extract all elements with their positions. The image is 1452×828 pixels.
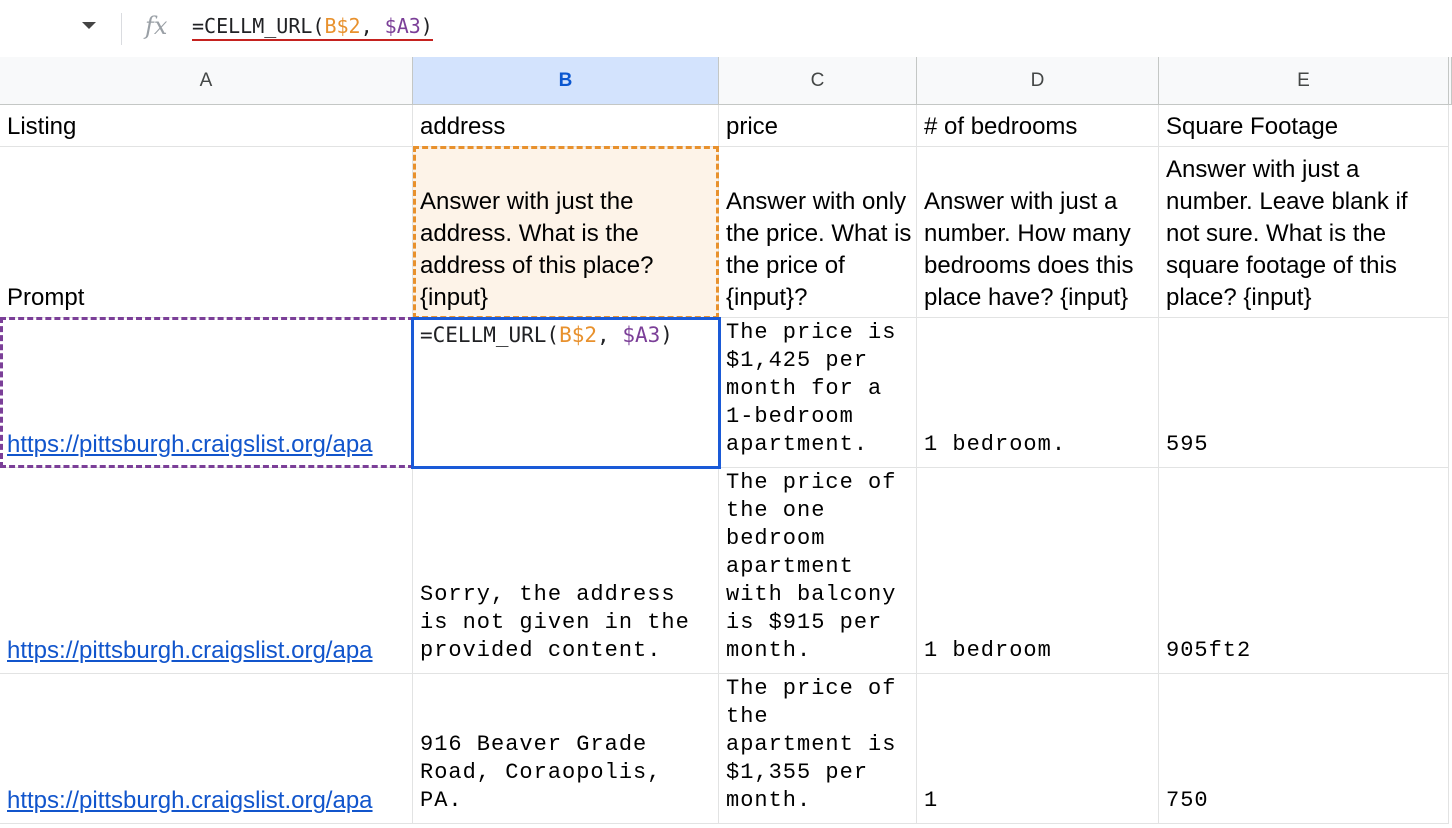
cell-formula: =CELLM_URL(B$2, $A3) xyxy=(420,320,673,350)
cell-text: 1 bedroom xyxy=(924,638,1052,663)
cell-text: 595 xyxy=(1166,432,1209,457)
cell-b5[interactable]: 916 Beaver Grade Road, Coraopolis, PA. xyxy=(413,674,719,824)
formula-ref-b: B$2 xyxy=(559,323,598,347)
column-header-e[interactable]: E xyxy=(1159,57,1449,105)
cell-text: 905ft2 xyxy=(1166,638,1252,663)
cell-text: Prompt xyxy=(7,284,85,311)
cell-d4[interactable]: 1 bedroom xyxy=(917,468,1159,674)
cell-d2[interactable]: Answer with just a number. How many bedr… xyxy=(917,147,1159,318)
listing-link[interactable]: https://pittsburgh.craigslist.org/apa xyxy=(7,635,373,667)
cell-c2[interactable]: Answer with only the price. What is the … xyxy=(719,147,917,318)
cell-e4[interactable]: 905ft2 xyxy=(1159,468,1449,674)
formula-sep: , xyxy=(597,323,623,347)
column-header-c[interactable]: C xyxy=(719,57,917,105)
cell-a4[interactable]: https://pittsburgh.craigslist.org/apa xyxy=(0,468,413,674)
cell-text: price xyxy=(726,113,779,140)
cell-e5[interactable]: 750 xyxy=(1159,674,1449,824)
cell-text: 1 xyxy=(924,788,939,813)
formula-ref-a: $A3 xyxy=(622,323,661,347)
formula-prefix: =CELLM_URL( xyxy=(192,14,325,38)
formula-sep: , xyxy=(360,14,385,38)
listing-link[interactable]: https://pittsburgh.craigslist.org/apa xyxy=(7,785,373,817)
cell-c5[interactable]: The price of the apartment is $1,355 per… xyxy=(719,674,917,824)
cell-b1[interactable]: address xyxy=(413,105,719,147)
cell-c1[interactable]: price xyxy=(719,105,917,147)
cell-c4[interactable]: The price of the one bedroom apartment w… xyxy=(719,468,917,674)
cell-text: Sorry, the address is not given in the p… xyxy=(420,582,690,663)
cell-d3[interactable]: 1 bedroom. xyxy=(917,318,1159,468)
cell-text: Square Footage xyxy=(1166,113,1339,140)
formula-ref-b: B$2 xyxy=(324,14,361,38)
cell-a1[interactable]: Listing xyxy=(0,105,413,147)
cell-a2[interactable]: Prompt xyxy=(0,147,413,318)
cell-text: 916 Beaver Grade Road, Coraopolis, PA. xyxy=(420,732,662,813)
cell-b4[interactable]: Sorry, the address is not given in the p… xyxy=(413,468,719,674)
cell-a5[interactable]: https://pittsburgh.craigslist.org/apa xyxy=(0,674,413,824)
formula-input[interactable]: =CELLM_URL(B$2, $A3) xyxy=(192,14,433,41)
cell-text: The price of the apartment is $1,355 per… xyxy=(726,676,897,813)
cell-b2[interactable]: Answer with just the address. What is th… xyxy=(413,147,719,318)
cell-text: Answer with just a number. Leave blank i… xyxy=(1166,156,1408,311)
formula-suffix: ) xyxy=(660,323,673,347)
cell-text: The price is $1,425 per month for a 1-be… xyxy=(726,320,897,457)
cell-text: # of bedrooms xyxy=(924,113,1078,140)
divider xyxy=(121,13,122,45)
cell-e3[interactable]: 595 xyxy=(1159,318,1449,468)
formula-suffix: ) xyxy=(420,14,433,38)
cell-text: Answer with just the address. What is th… xyxy=(420,188,654,311)
cell-text: Answer with just a number. How many bedr… xyxy=(924,188,1134,311)
column-header-d[interactable]: D xyxy=(917,57,1159,105)
cell-c3[interactable]: The price is $1,425 per month for a 1-be… xyxy=(719,318,917,468)
cell-text: The price of the one bedroom apartment w… xyxy=(726,470,897,663)
column-header-b[interactable]: B xyxy=(413,57,719,105)
cell-d5[interactable]: 1 xyxy=(917,674,1159,824)
cell-d1[interactable]: # of bedrooms xyxy=(917,105,1159,147)
fx-icon: fx xyxy=(145,12,168,40)
cell-text: 1 bedroom. xyxy=(924,432,1067,457)
cell-text: address xyxy=(420,113,506,140)
chevron-down-icon[interactable] xyxy=(82,22,96,29)
formula-prefix: =CELLM_URL( xyxy=(420,323,560,347)
cell-text: Answer with only the price. What is the … xyxy=(726,188,912,311)
formula-bar: fx =CELLM_URL(B$2, $A3) xyxy=(0,0,1452,57)
column-header-a[interactable]: A xyxy=(0,57,413,105)
cell-a3[interactable]: https://pittsburgh.craigslist.org/apa xyxy=(0,318,413,468)
cell-b3[interactable]: =CELLM_URL(B$2, $A3) xyxy=(413,318,719,468)
cell-text: Listing xyxy=(7,113,77,140)
cell-text: 750 xyxy=(1166,788,1209,813)
cell-e1[interactable]: Square Footage xyxy=(1159,105,1449,147)
listing-link[interactable]: https://pittsburgh.craigslist.org/apa xyxy=(7,429,373,461)
cell-e2[interactable]: Answer with just a number. Leave blank i… xyxy=(1159,147,1449,318)
formula-ref-a: $A3 xyxy=(384,14,421,38)
